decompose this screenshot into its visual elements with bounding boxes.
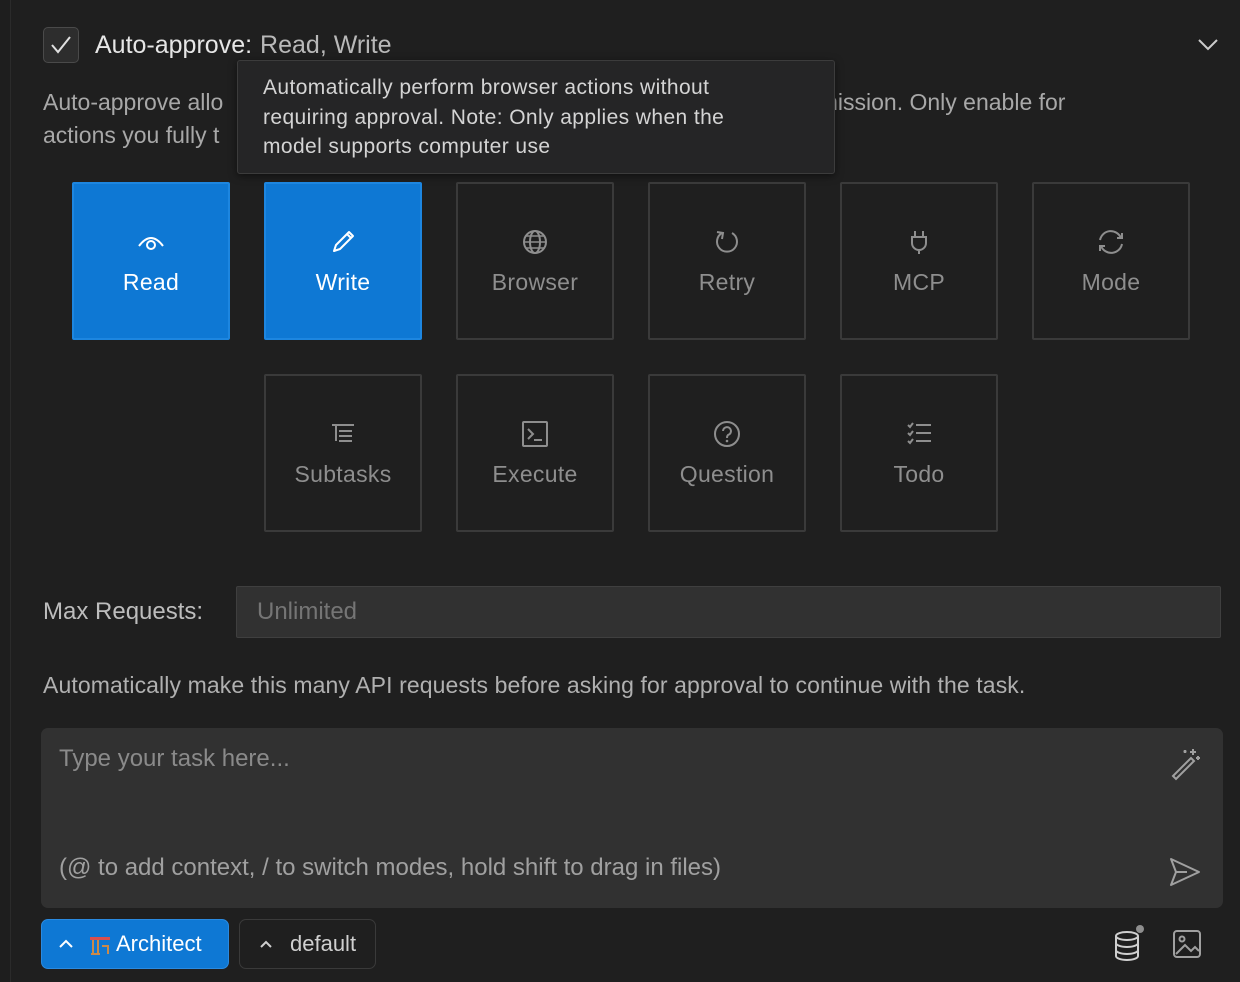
config-selector-label: default bbox=[290, 931, 357, 956]
description-line1-start: Auto-approve allo bbox=[43, 89, 224, 115]
image-icon[interactable] bbox=[1171, 928, 1203, 960]
max-requests-description: Automatically make this many API request… bbox=[43, 672, 1026, 698]
auto-approve-panel: Auto-approve: Read, Write Auto-approve a… bbox=[10, 0, 1240, 982]
chevron-down-icon[interactable] bbox=[1193, 30, 1223, 60]
max-requests-input[interactable] bbox=[236, 586, 1221, 638]
checklist-icon bbox=[904, 419, 934, 449]
tile-retry-label: Retry bbox=[698, 268, 756, 295]
tooltip-line2: requiring approval. Note: Only applies w… bbox=[263, 105, 725, 129]
auto-approve-value: Read, Write bbox=[260, 30, 392, 59]
tile-mcp-label: MCP bbox=[892, 268, 945, 295]
tile-mcp[interactable]: MCP bbox=[840, 182, 998, 340]
task-input[interactable]: Type your task here... (@ to add context… bbox=[41, 728, 1223, 908]
tile-write-label: Write bbox=[315, 268, 371, 295]
tile-todo-label: Todo bbox=[893, 460, 945, 487]
checkmark-icon bbox=[51, 36, 71, 54]
task-input-placeholder: Type your task here... bbox=[59, 745, 290, 772]
tile-browser-label: Browser bbox=[491, 268, 579, 295]
auto-approve-header[interactable]: Auto-approve: Read, Write bbox=[43, 26, 1223, 64]
terminal-icon bbox=[520, 419, 550, 449]
config-selector-button[interactable]: default bbox=[239, 919, 376, 969]
list-tree-icon bbox=[328, 419, 358, 449]
question-icon bbox=[712, 419, 742, 449]
browser-tooltip: Automatically perform browser actions wi… bbox=[237, 60, 835, 174]
task-input-hint: (@ to add context, / to switch modes, ho… bbox=[59, 854, 722, 881]
tile-execute[interactable]: Execute bbox=[456, 374, 614, 532]
tile-write[interactable]: Write bbox=[264, 182, 422, 340]
max-requests-label: Max Requests: bbox=[43, 598, 204, 625]
description-line2-start: actions you fully t bbox=[43, 122, 220, 148]
plug-icon bbox=[904, 227, 934, 257]
tile-question-label: Question bbox=[679, 460, 775, 487]
tile-todo[interactable]: Todo bbox=[840, 374, 998, 532]
tile-retry[interactable]: Retry bbox=[648, 182, 806, 340]
tooltip-line1: Automatically perform browser actions wi… bbox=[263, 76, 710, 99]
tile-browser[interactable]: Browser bbox=[456, 182, 614, 340]
chevron-up-icon bbox=[260, 940, 272, 948]
tile-mode[interactable]: Mode bbox=[1032, 182, 1190, 340]
tile-subtasks-label: Subtasks bbox=[294, 460, 392, 487]
magic-wand-icon[interactable] bbox=[1167, 746, 1203, 782]
refresh-icon bbox=[712, 227, 742, 257]
database-icon[interactable] bbox=[1111, 924, 1145, 964]
send-icon[interactable] bbox=[1167, 854, 1203, 890]
eye-icon bbox=[136, 227, 166, 257]
pencil-icon bbox=[328, 227, 358, 257]
tile-question[interactable]: Question bbox=[648, 374, 806, 532]
description-line1-end: ermission. Only enable for bbox=[798, 89, 1066, 115]
tile-read[interactable]: Read bbox=[72, 182, 230, 340]
chevron-up-icon bbox=[59, 939, 73, 948]
mode-selector-label: Architect bbox=[116, 931, 202, 956]
tile-read-label: Read bbox=[122, 268, 180, 295]
tooltip-line3: model supports computer use bbox=[263, 135, 551, 158]
globe-icon bbox=[520, 227, 550, 257]
mode-selector-button[interactable]: Architect bbox=[41, 919, 229, 969]
sync-icon bbox=[1096, 227, 1126, 257]
tile-subtasks[interactable]: Subtasks bbox=[264, 374, 422, 532]
tile-execute-label: Execute bbox=[492, 460, 578, 487]
auto-approve-checkbox[interactable] bbox=[43, 27, 79, 63]
tile-mode-label: Mode bbox=[1081, 268, 1141, 295]
architect-icon bbox=[90, 937, 110, 955]
auto-approve-label: Auto-approve: bbox=[95, 30, 253, 59]
